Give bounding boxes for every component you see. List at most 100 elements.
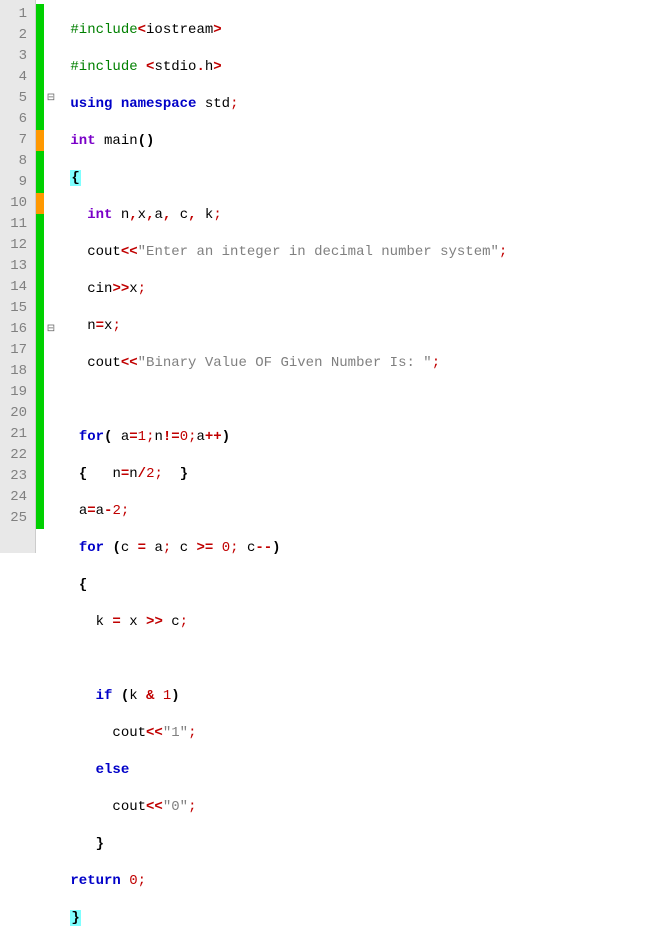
line-number: 23 (4, 466, 27, 487)
fold-spacer (44, 424, 58, 445)
change-marker (36, 445, 44, 466)
line-number: 21 (4, 424, 27, 445)
change-marker (36, 130, 44, 151)
line-number: 12 (4, 235, 27, 256)
code-line: #include<iostream> (62, 20, 647, 41)
fold-spacer (44, 298, 58, 319)
line-number: 14 (4, 277, 27, 298)
code-line: n=x; (62, 316, 647, 337)
change-marker (36, 4, 44, 25)
change-marker (36, 193, 44, 214)
code-line: int n,x,a, c, k; (62, 205, 647, 226)
code-line: a=a-2; (62, 501, 647, 522)
change-markers (36, 0, 44, 553)
fold-spacer (44, 235, 58, 256)
fold-spacer (44, 256, 58, 277)
fold-spacer (44, 172, 58, 193)
fold-spacer (44, 361, 58, 382)
fold-spacer (44, 466, 58, 487)
line-number: 6 (4, 109, 27, 130)
line-number: 9 (4, 172, 27, 193)
change-marker (36, 88, 44, 109)
line-number: 8 (4, 151, 27, 172)
change-marker (36, 214, 44, 235)
fold-spacer (44, 508, 58, 529)
code-editor[interactable]: #include<iostream> #include <stdio.h> us… (58, 0, 647, 553)
line-number: 15 (4, 298, 27, 319)
code-line: cout<<"0"; (62, 797, 647, 818)
line-number: 4 (4, 67, 27, 88)
fold-toggle-icon[interactable]: ⊟ (44, 88, 58, 109)
change-marker (36, 340, 44, 361)
line-number: 19 (4, 382, 27, 403)
line-number: 3 (4, 46, 27, 67)
code-line: } (62, 908, 647, 929)
line-number: 1 (4, 4, 27, 25)
fold-spacer (44, 67, 58, 88)
fold-spacer (44, 487, 58, 508)
line-number: 13 (4, 256, 27, 277)
change-marker (36, 172, 44, 193)
line-number: 7 (4, 130, 27, 151)
change-marker (36, 109, 44, 130)
fold-spacer (44, 340, 58, 361)
fold-spacer (44, 277, 58, 298)
change-marker (36, 67, 44, 88)
fold-toggle-icon[interactable]: ⊟ (44, 319, 58, 340)
code-line: for( a=1;n!=0;a++) (62, 427, 647, 448)
change-marker (36, 361, 44, 382)
fold-spacer (44, 151, 58, 172)
change-marker (36, 256, 44, 277)
change-marker (36, 25, 44, 46)
line-number-gutter: 1234567891011121314151617181920212223242… (0, 0, 36, 553)
fold-spacer (44, 4, 58, 25)
change-marker (36, 319, 44, 340)
fold-spacer (44, 25, 58, 46)
code-line: cout<<"1"; (62, 723, 647, 744)
code-line: cin>>x; (62, 279, 647, 300)
code-line: #include <stdio.h> (62, 57, 647, 78)
fold-spacer (44, 46, 58, 67)
change-marker (36, 235, 44, 256)
line-number: 11 (4, 214, 27, 235)
change-marker (36, 466, 44, 487)
change-marker (36, 487, 44, 508)
code-line: { n=n/2; } (62, 464, 647, 485)
fold-spacer (44, 193, 58, 214)
code-line: return 0; (62, 871, 647, 892)
fold-spacer (44, 403, 58, 424)
code-line: using namespace std; (62, 94, 647, 115)
change-marker (36, 424, 44, 445)
change-marker (36, 151, 44, 172)
change-marker (36, 46, 44, 67)
line-number: 25 (4, 508, 27, 529)
change-marker (36, 277, 44, 298)
change-marker (36, 298, 44, 319)
line-number: 10 (4, 193, 27, 214)
line-number: 2 (4, 25, 27, 46)
code-line: else (62, 760, 647, 781)
change-marker (36, 382, 44, 403)
code-line: cout<<"Enter an integer in decimal numbe… (62, 242, 647, 263)
code-line (62, 390, 647, 411)
line-number: 16 (4, 319, 27, 340)
fold-column: ⊟⊟ (44, 0, 58, 553)
line-number: 22 (4, 445, 27, 466)
code-line: int main() (62, 131, 647, 152)
change-marker (36, 403, 44, 424)
line-number: 5 (4, 88, 27, 109)
line-number: 20 (4, 403, 27, 424)
code-line: k = x >> c; (62, 612, 647, 633)
code-line: if (k & 1) (62, 686, 647, 707)
line-number: 24 (4, 487, 27, 508)
fold-spacer (44, 445, 58, 466)
code-line: { (62, 575, 647, 596)
fold-spacer (44, 109, 58, 130)
code-line: { (62, 168, 647, 189)
code-line: for (c = a; c >= 0; c--) (62, 538, 647, 559)
code-line (62, 649, 647, 670)
code-line: } (62, 834, 647, 855)
line-number: 17 (4, 340, 27, 361)
fold-spacer (44, 214, 58, 235)
code-line: cout<<"Binary Value OF Given Number Is: … (62, 353, 647, 374)
